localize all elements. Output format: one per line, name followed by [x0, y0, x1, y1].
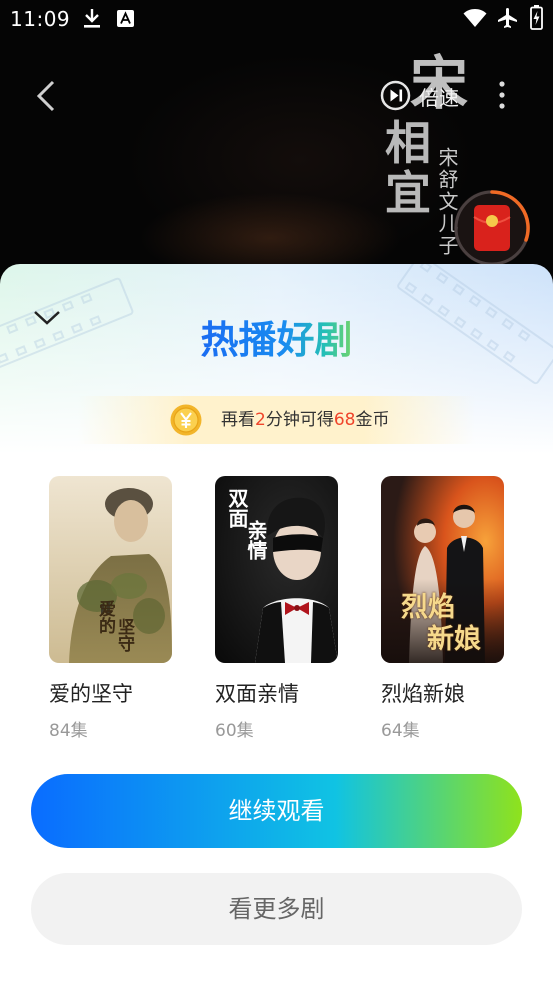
drama-title: 烈焰新娘	[381, 682, 465, 706]
see-more-dramas-button[interactable]: 看更多剧	[31, 873, 522, 945]
download-icon	[82, 7, 102, 29]
back-chevron-icon[interactable]	[36, 80, 56, 112]
reward-text: 再看2分钟可得68金币	[221, 396, 389, 444]
video-overlay-title-char: 相	[385, 116, 431, 170]
poster-title-line: 亲情	[244, 520, 268, 560]
wifi-icon	[463, 8, 487, 28]
reward-suffix: 金币	[355, 410, 390, 430]
video-overlay-title-char: 宜	[385, 166, 431, 220]
drama-card[interactable]: 爱的 坚守 爱的坚守 84集	[49, 476, 172, 746]
drama-card[interactable]: 双面 亲情 双面亲情 60集	[215, 476, 338, 746]
drama-episodes: 60集	[215, 721, 254, 741]
drama-episodes: 64集	[381, 721, 420, 741]
continue-watching-button[interactable]: 继续观看	[31, 774, 522, 848]
hot-dramas-sheet: 热播好剧 再看2分钟可得68金币 爱的 坚守 爱的坚守 84集 双面 亲情 双面…	[0, 264, 553, 983]
reward-coins: 68	[333, 410, 356, 430]
reward-banner: 再看2分钟可得68金币	[78, 396, 475, 444]
drama-poster: 双面 亲情	[215, 476, 338, 663]
drama-poster: 爱的 坚守	[49, 476, 172, 663]
drama-poster: 烈焰 新娘	[381, 476, 504, 663]
speed-play-icon	[380, 80, 411, 111]
airplane-mode-icon	[496, 6, 520, 30]
sheet-title: 热播好剧	[0, 318, 553, 362]
sheet-title-text: 热播好剧	[200, 318, 353, 362]
speed-label: 倍速	[419, 86, 459, 110]
poster-title-line: 爱的	[95, 600, 115, 634]
more-vertical-icon[interactable]	[499, 81, 505, 109]
red-envelope-icon[interactable]	[452, 188, 532, 268]
poster-title-line: 坚守	[114, 618, 134, 652]
reward-prefix: 再看	[221, 410, 255, 430]
poster-title-line: 新娘	[427, 624, 481, 655]
reward-minutes: 2	[255, 410, 266, 430]
reward-middle: 分钟可得	[265, 410, 334, 430]
drama-episodes: 84集	[49, 721, 88, 741]
font-a-icon	[117, 10, 134, 27]
drama-title: 双面亲情	[215, 682, 299, 706]
battery-charging-icon	[530, 5, 543, 30]
status-time: 11:09	[10, 7, 71, 31]
video-player-background[interactable]: 11:09 宋 相 宜 宋舒文儿子 倍速	[0, 0, 553, 300]
poster-title-line: 烈焰	[401, 592, 455, 623]
drama-card[interactable]: 烈焰 新娘 烈焰新娘 64集	[381, 476, 504, 746]
drama-title: 爱的坚守	[49, 682, 133, 706]
gold-coin-icon	[170, 404, 202, 436]
